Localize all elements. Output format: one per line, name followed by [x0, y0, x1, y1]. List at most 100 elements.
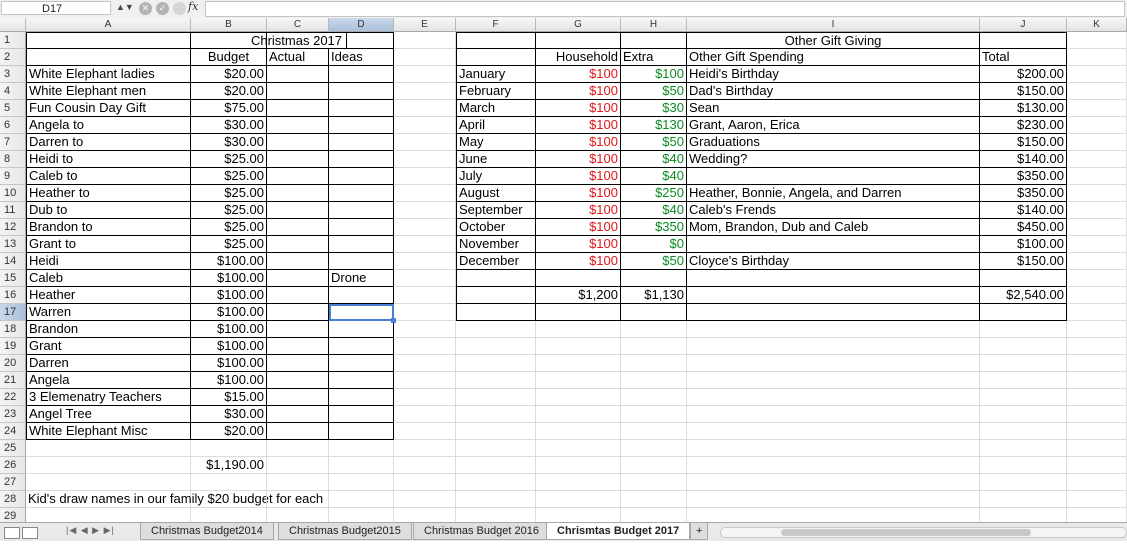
cell-g10[interactable]: $100 [536, 185, 621, 202]
column-header-a[interactable]: A [26, 18, 191, 32]
cell-e27[interactable] [394, 474, 456, 491]
cell-k25[interactable] [1067, 440, 1127, 457]
cell-b7[interactable]: $30.00 [191, 134, 267, 151]
cell-h21[interactable] [621, 372, 687, 389]
cell-h13[interactable]: $0 [621, 236, 687, 253]
cell-d23[interactable] [329, 406, 394, 423]
cell-a27[interactable] [26, 474, 191, 491]
cell-k9[interactable] [1067, 168, 1127, 185]
cell-g9[interactable]: $100 [536, 168, 621, 185]
cell-j12[interactable]: $450.00 [980, 219, 1067, 236]
cell-d27[interactable] [329, 474, 394, 491]
cell-a14[interactable]: Heidi [26, 253, 191, 270]
row-header-20[interactable]: 20 [0, 355, 26, 372]
cell-k11[interactable] [1067, 202, 1127, 219]
cell-e10[interactable] [394, 185, 456, 202]
row-header-18[interactable]: 18 [0, 321, 26, 338]
cell-h15[interactable] [621, 270, 687, 287]
view-buttons[interactable] [4, 526, 54, 539]
cell-a26[interactable] [26, 457, 191, 474]
cell-h16[interactable]: $1,130 [621, 287, 687, 304]
cell-b3[interactable]: $20.00 [191, 66, 267, 83]
cell-f23[interactable] [456, 406, 536, 423]
cell-c19[interactable] [267, 338, 329, 355]
cell-c2[interactable]: Actual [267, 49, 329, 66]
row-header-14[interactable]: 14 [0, 253, 26, 270]
cell-j1[interactable] [980, 32, 1067, 49]
cell-g7[interactable]: $100 [536, 134, 621, 151]
cell-k13[interactable] [1067, 236, 1127, 253]
cell-c28[interactable] [267, 491, 329, 508]
row-header-13[interactable]: 13 [0, 236, 26, 253]
cell-d20[interactable] [329, 355, 394, 372]
sheet-tab-1[interactable]: Christmas Budget2014 [140, 523, 274, 540]
cell-g19[interactable] [536, 338, 621, 355]
row-header-26[interactable]: 26 [0, 457, 26, 474]
cell-d6[interactable] [329, 117, 394, 134]
column-header-k[interactable]: K [1067, 18, 1127, 32]
cell-k22[interactable] [1067, 389, 1127, 406]
cell-h10[interactable]: $250 [621, 185, 687, 202]
cell-e16[interactable] [394, 287, 456, 304]
cell-a1[interactable] [26, 32, 191, 49]
cell-e23[interactable] [394, 406, 456, 423]
cell-f17[interactable] [456, 304, 536, 321]
cell-a6[interactable]: Angela to [26, 117, 191, 134]
cell-e22[interactable] [394, 389, 456, 406]
cell-j23[interactable] [980, 406, 1067, 423]
row-header-6[interactable]: 6 [0, 117, 26, 134]
cell-c25[interactable] [267, 440, 329, 457]
cell-h4[interactable]: $50 [621, 83, 687, 100]
cell-b8[interactable]: $25.00 [191, 151, 267, 168]
cell-e4[interactable] [394, 83, 456, 100]
cell-f9[interactable]: July [456, 168, 536, 185]
cell-b24[interactable]: $20.00 [191, 423, 267, 440]
cell-h7[interactable]: $50 [621, 134, 687, 151]
cell-c24[interactable] [267, 423, 329, 440]
scrollbar-thumb[interactable] [781, 529, 1031, 536]
cell-f19[interactable] [456, 338, 536, 355]
cell-e2[interactable] [394, 49, 456, 66]
cell-c7[interactable] [267, 134, 329, 151]
row-header-9[interactable]: 9 [0, 168, 26, 185]
cell-d28[interactable] [329, 491, 394, 508]
add-sheet-button[interactable]: + [690, 523, 709, 540]
cell-k12[interactable] [1067, 219, 1127, 236]
row-header-12[interactable]: 12 [0, 219, 26, 236]
cell-k8[interactable] [1067, 151, 1127, 168]
cell-g20[interactable] [536, 355, 621, 372]
page-layout-icon[interactable] [22, 527, 38, 539]
cell-j2[interactable]: Total [980, 49, 1067, 66]
fill-handle[interactable] [391, 318, 396, 323]
cell-g27[interactable] [536, 474, 621, 491]
cell-c16[interactable] [267, 287, 329, 304]
cell-b23[interactable]: $30.00 [191, 406, 267, 423]
cell-f22[interactable] [456, 389, 536, 406]
cell-i19[interactable] [687, 338, 980, 355]
cell-f18[interactable] [456, 321, 536, 338]
cell-e6[interactable] [394, 117, 456, 134]
cell-f5[interactable]: March [456, 100, 536, 117]
column-header-g[interactable]: G [536, 18, 621, 32]
normal-view-icon[interactable] [4, 527, 20, 539]
cell-d22[interactable] [329, 389, 394, 406]
cell-d5[interactable] [329, 100, 394, 117]
cell-e9[interactable] [394, 168, 456, 185]
cell-d4[interactable] [329, 83, 394, 100]
row-header-24[interactable]: 24 [0, 423, 26, 440]
cell-g28[interactable] [536, 491, 621, 508]
cell-c18[interactable] [267, 321, 329, 338]
cell-i7[interactable]: Graduations [687, 134, 980, 151]
cell-g26[interactable] [536, 457, 621, 474]
cell-c21[interactable] [267, 372, 329, 389]
cell-b13[interactable]: $25.00 [191, 236, 267, 253]
cell-i3[interactable]: Heidi's Birthday [687, 66, 980, 83]
cell-c8[interactable] [267, 151, 329, 168]
cell-g25[interactable] [536, 440, 621, 457]
cell-a16[interactable]: Heather [26, 287, 191, 304]
cell-b19[interactable]: $100.00 [191, 338, 267, 355]
cell-i1[interactable]: Other Gift Giving [687, 32, 980, 49]
cell-f27[interactable] [456, 474, 536, 491]
cell-f15[interactable] [456, 270, 536, 287]
sheet-tab-3[interactable]: Christmas Budget 2016 [413, 523, 550, 540]
